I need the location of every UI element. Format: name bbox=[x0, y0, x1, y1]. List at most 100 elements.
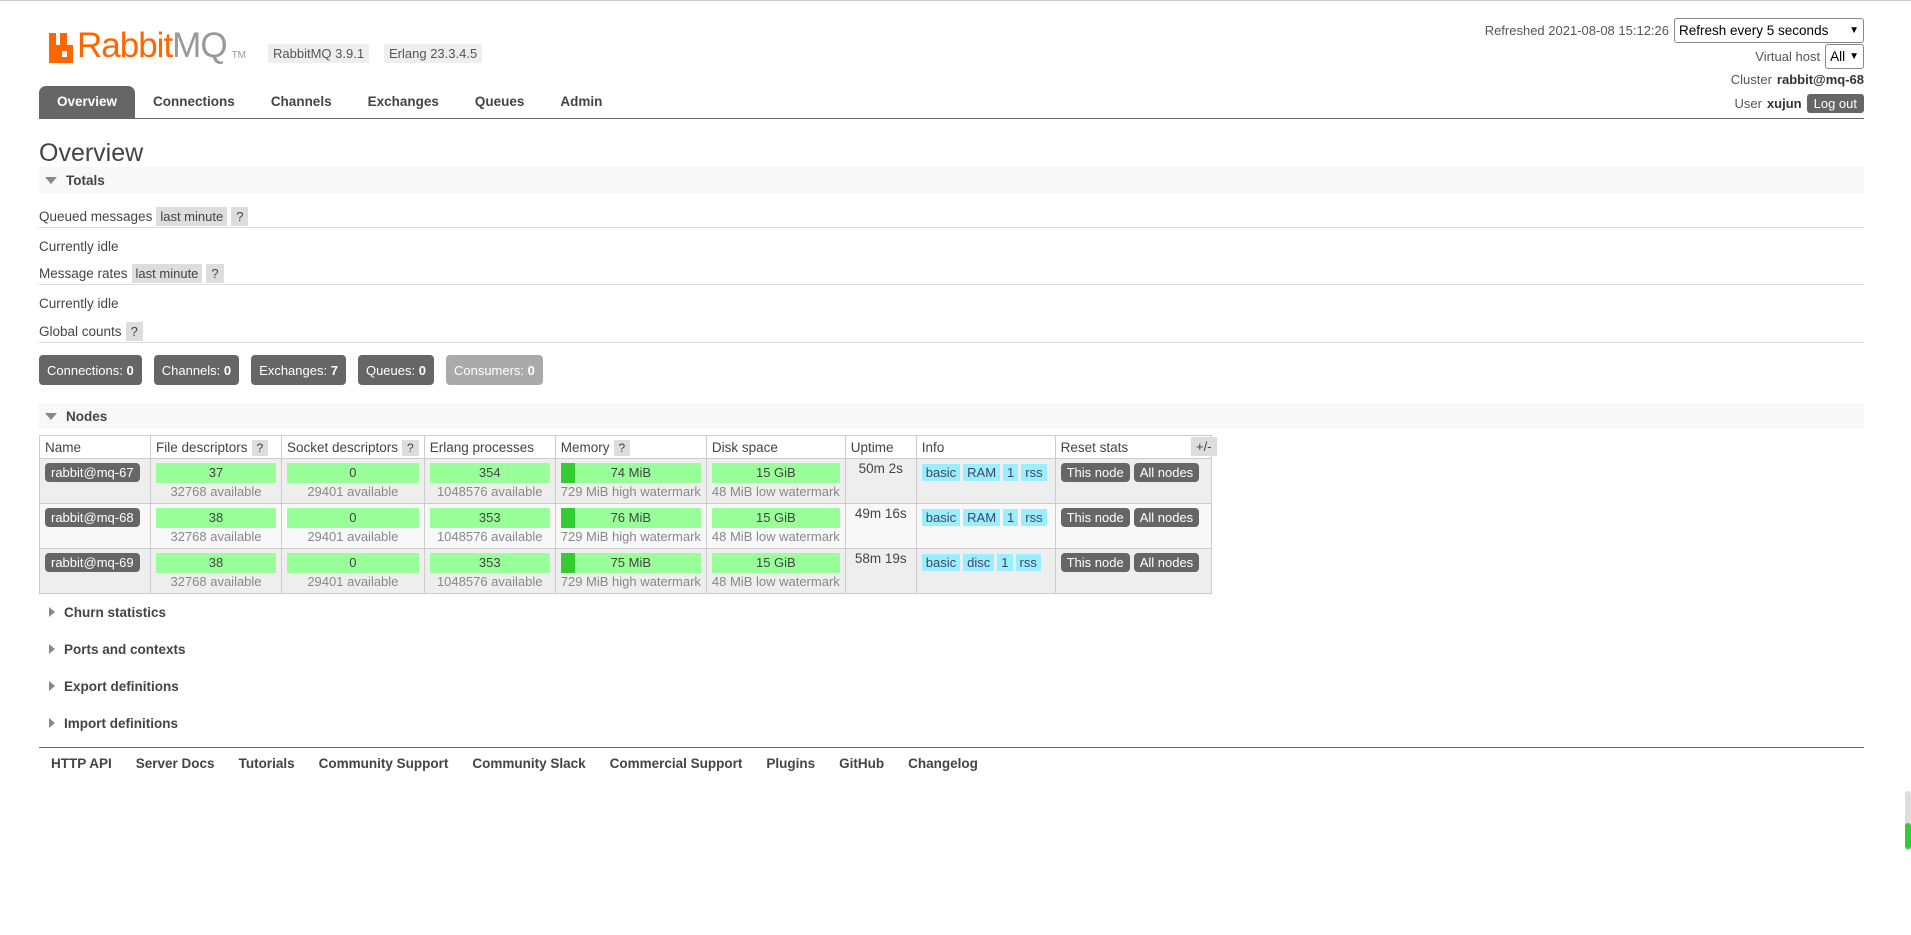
rates-idle-text: Currently idle bbox=[39, 296, 119, 311]
disk-usage-bar: 15 GiB bbox=[711, 553, 840, 573]
chevron-down-icon: ▼ bbox=[1849, 24, 1859, 36]
info-cell: basic RAM 1 rss bbox=[915, 503, 1056, 549]
reset-stats-cell: This node All nodes bbox=[1054, 503, 1212, 549]
info-tag[interactable]: 1 bbox=[997, 554, 1013, 571]
help-button[interactable]: ? bbox=[402, 439, 419, 456]
help-button[interactable]: ? bbox=[613, 439, 631, 456]
triangle-right-icon bbox=[49, 718, 55, 728]
node-name-link[interactable]: rabbit@mq-69 bbox=[45, 553, 140, 572]
queued-messages-label: Queued messages bbox=[39, 208, 153, 224]
uptime-cell: 50m 2s bbox=[844, 458, 917, 504]
node-name-link[interactable]: rabbit@mq-67 bbox=[45, 463, 140, 482]
column-toggle-button[interactable]: +/- bbox=[1191, 437, 1217, 456]
col-memory: Memory? bbox=[554, 435, 707, 459]
tab-admin[interactable]: Admin bbox=[542, 86, 620, 118]
page-title: Overview bbox=[39, 139, 144, 167]
info-cell: basic RAM 1 rss bbox=[915, 458, 1056, 504]
footer-link-changelog[interactable]: Changelog bbox=[908, 756, 978, 771]
col-name: Name bbox=[39, 435, 151, 459]
col-info: Info bbox=[915, 435, 1056, 459]
queued-range-chip[interactable]: last minute bbox=[156, 206, 228, 226]
info-tag[interactable]: disc bbox=[963, 554, 995, 571]
footer-link-tutorials[interactable]: Tutorials bbox=[239, 756, 295, 771]
table-row: rabbit@mq-68 38 32768 available 0 29401 avai… bbox=[39, 503, 1212, 549]
help-button[interactable]: ? bbox=[231, 206, 249, 226]
footer-link-community-support[interactable]: Community Support bbox=[319, 756, 449, 771]
disk-space-cell: 15 GiB 48 MiB low watermark bbox=[705, 503, 846, 549]
exchanges-count[interactable]: Exchanges: 7 bbox=[251, 355, 346, 385]
sd-usage-bar: 0 bbox=[287, 463, 419, 483]
section-export-definitions[interactable]: Export definitions bbox=[39, 676, 179, 696]
reset-this-node-button[interactable]: This node bbox=[1060, 508, 1130, 527]
nodes-table: Name File descriptors? Socket descriptor… bbox=[39, 435, 1212, 594]
connections-count[interactable]: Connections: 0 bbox=[39, 355, 142, 385]
reset-this-node-button[interactable]: This node bbox=[1060, 463, 1130, 482]
message-rates-row: Message rates last minute ? bbox=[39, 262, 1864, 285]
reset-this-node-button[interactable]: This node bbox=[1060, 553, 1130, 572]
footer-link-http-api[interactable]: HTTP API bbox=[51, 756, 112, 771]
footer-link-commercial-support[interactable]: Commercial Support bbox=[610, 756, 743, 771]
erlang-processes-cell: 353 1048576 available bbox=[423, 503, 556, 549]
footer-link-github[interactable]: GitHub bbox=[839, 756, 884, 771]
tab-connections[interactable]: Connections bbox=[135, 86, 253, 118]
reset-all-nodes-button[interactable]: All nodes bbox=[1133, 553, 1200, 572]
info-tag[interactable]: rss bbox=[1021, 509, 1047, 526]
help-button[interactable]: ? bbox=[206, 263, 224, 283]
scrollbar-thumb[interactable] bbox=[1905, 823, 1911, 849]
fd-usage-bar: 38 bbox=[156, 508, 276, 528]
col-socket-descriptors: Socket descriptors? bbox=[281, 435, 425, 459]
memory-cell: 76 MiB 729 MiB high watermark bbox=[554, 503, 707, 549]
node-name-cell: rabbit@mq-69 bbox=[39, 548, 151, 594]
footer-link-plugins[interactable]: Plugins bbox=[766, 756, 815, 771]
uptime-cell: 58m 19s bbox=[844, 548, 917, 594]
logo-trademark: TM bbox=[231, 50, 247, 61]
info-tag[interactable]: RAM bbox=[963, 464, 1001, 481]
refreshed-timestamp: Refreshed 2021-08-08 15:12:26 bbox=[1484, 22, 1669, 38]
section-churn-statistics[interactable]: Churn statistics bbox=[39, 602, 166, 622]
erlang-version-badge: Erlang 23.3.4.5 bbox=[384, 44, 483, 63]
info-tag[interactable]: basic bbox=[921, 464, 961, 481]
totals-section-header[interactable]: Totals bbox=[39, 167, 1864, 193]
disk-usage-bar: 15 GiB bbox=[711, 508, 840, 528]
scrollbar[interactable] bbox=[1905, 791, 1911, 851]
vhost-select[interactable]: All ▼ bbox=[1825, 43, 1864, 69]
tab-overview[interactable]: Overview bbox=[39, 86, 136, 118]
file-descriptors-cell: 38 32768 available bbox=[150, 503, 282, 549]
info-tag[interactable]: 1 bbox=[1003, 464, 1019, 481]
fd-usage-bar: 37 bbox=[156, 463, 276, 483]
version-badge: RabbitMQ 3.9.1 bbox=[268, 44, 370, 63]
nodes-section-header[interactable]: Nodes bbox=[39, 403, 1864, 429]
info-tag[interactable]: 1 bbox=[1003, 509, 1019, 526]
info-tag[interactable]: basic bbox=[921, 509, 961, 526]
info-tag[interactable]: rss bbox=[1015, 554, 1041, 571]
footer-link-server-docs[interactable]: Server Docs bbox=[136, 756, 215, 771]
refresh-interval-select[interactable]: Refresh every 5 seconds ▼ bbox=[1674, 17, 1864, 43]
footer-link-community-slack[interactable]: Community Slack bbox=[472, 756, 585, 771]
fd-usage-bar: 38 bbox=[156, 553, 276, 573]
tab-channels[interactable]: Channels bbox=[253, 86, 350, 118]
section-import-definitions[interactable]: Import definitions bbox=[39, 713, 178, 733]
memory-usage-bar: 76 MiB bbox=[560, 508, 701, 528]
message-rates-label: Message rates bbox=[39, 265, 128, 281]
col-uptime: Uptime bbox=[844, 435, 917, 459]
rabbitmq-logo[interactable]: RabbitMQ TM bbox=[49, 27, 246, 63]
ep-usage-bar: 353 bbox=[429, 508, 550, 528]
reset-all-nodes-button[interactable]: All nodes bbox=[1133, 463, 1200, 482]
tab-queues[interactable]: Queues bbox=[457, 86, 543, 118]
info-tag[interactable]: RAM bbox=[963, 509, 1001, 526]
socket-descriptors-cell: 0 29401 available bbox=[281, 548, 425, 594]
node-name-link[interactable]: rabbit@mq-68 bbox=[45, 508, 140, 527]
tab-exchanges[interactable]: Exchanges bbox=[350, 86, 457, 118]
rates-range-chip[interactable]: last minute bbox=[131, 263, 203, 283]
section-ports-contexts[interactable]: Ports and contexts bbox=[39, 639, 186, 659]
consumers-count[interactable]: Consumers: 0 bbox=[445, 355, 543, 385]
help-button[interactable]: ? bbox=[125, 321, 143, 341]
reset-all-nodes-button[interactable]: All nodes bbox=[1133, 508, 1200, 527]
info-tag[interactable]: rss bbox=[1021, 464, 1047, 481]
uptime-cell: 49m 16s bbox=[844, 503, 917, 549]
queues-count[interactable]: Queues: 0 bbox=[357, 355, 434, 385]
triangle-down-icon bbox=[45, 176, 57, 184]
info-tag[interactable]: basic bbox=[921, 554, 961, 571]
help-button[interactable]: ? bbox=[251, 439, 269, 456]
channels-count[interactable]: Channels: 0 bbox=[153, 355, 240, 385]
